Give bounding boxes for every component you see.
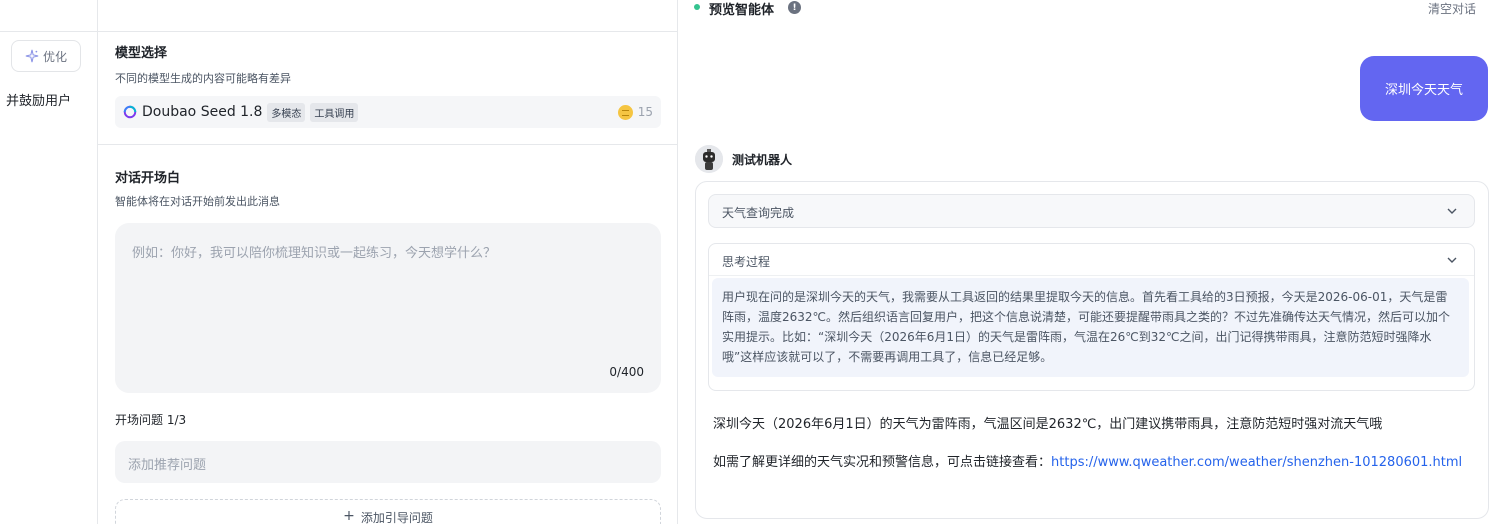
preview-header: 预览智能体 ! 清空对话 <box>678 0 1504 18</box>
answer-link-prefix: 如需了解更详细的天气实况和预警信息，可点击链接查看： <box>713 455 1052 470</box>
thinking-label: 思考过程 <box>722 255 771 269</box>
weather-link[interactable]: https://www.qweather.com/weather/shenzhe… <box>1051 455 1462 470</box>
user-message-text: 深圳今天天气 <box>1384 83 1463 98</box>
thinking-text: 用户现在问的是深圳今天的天气，我需要从工具返回的结果里提取今天的信息。首先看工具… <box>712 278 1469 377</box>
model-name: Doubao Seed 1.8 <box>142 104 263 120</box>
question-placeholder: 添加推荐问题 <box>128 458 207 473</box>
robot-avatar-icon <box>695 145 723 173</box>
user-message-bubble: 深圳今天天气 <box>1360 56 1488 121</box>
prompt-text-fragment[interactable]: 并鼓励用户 <box>6 90 71 109</box>
app-root: 优化 并鼓励用户 模型选择 不同的模型生成的内容可能略有差异 Doubao Se… <box>0 0 1504 524</box>
status-dot <box>694 4 700 10</box>
optimize-label: 优化 <box>42 49 67 64</box>
doubao-logo-icon <box>123 105 137 119</box>
add-guide-question-button[interactable]: + 添加引导问题 <box>115 499 661 524</box>
tool-status-header[interactable]: 天气查询完成 <box>709 195 1474 227</box>
opening-char-counter: 0/400 <box>609 365 644 379</box>
config-panel: 模型选择 不同的模型生成的内容可能略有差异 Doubao Seed 1.8 多模… <box>98 0 678 524</box>
model-tag-tool-call: 工具调用 <box>310 102 359 122</box>
sparkle-icon <box>25 49 39 63</box>
optimize-button[interactable]: 优化 <box>11 40 81 72</box>
model-section-title: 模型选择 <box>115 46 168 61</box>
tool-status-collapse[interactable]: 天气查询完成 <box>708 194 1475 228</box>
tool-status-label: 天气查询完成 <box>722 206 795 220</box>
recommended-question-input[interactable]: 添加推荐问题 <box>115 441 661 483</box>
left-panel: 优化 并鼓励用户 <box>0 0 98 524</box>
opening-message-input[interactable]: 例如：你好，我可以陪你梳理知识或一起练习，今天想学什么？ 0/400 <box>115 223 661 393</box>
section-divider <box>98 144 678 145</box>
plus-icon: + <box>343 508 355 524</box>
bot-avatar <box>695 145 723 173</box>
opening-questions-label: 开场问题 1/3 <box>115 413 187 427</box>
model-tag-multimodal: 多模态 <box>267 102 306 122</box>
thinking-header[interactable]: 思考过程 <box>709 244 1474 276</box>
chevron-down-icon <box>1447 257 1457 263</box>
model-section-desc: 不同的模型生成的内容可能略有差异 <box>115 72 291 85</box>
thinking-collapse[interactable]: 思考过程 用户现在问的是深圳今天的天气，我需要从工具返回的结果里提取今天的信息。… <box>708 243 1475 391</box>
opening-placeholder: 例如：你好，我可以陪你梳理知识或一起练习，今天想学什么？ <box>132 246 497 261</box>
answer-paragraph-2: 如需了解更详细的天气实况和预警信息，可点击链接查看：https://www.qw… <box>713 452 1473 474</box>
bot-name: 测试机器人 <box>732 153 793 167</box>
model-cost-value: 15 <box>637 105 653 119</box>
model-cost: 15 <box>617 104 653 120</box>
add-guide-label: 添加引导问题 <box>360 511 433 524</box>
model-selector[interactable]: Doubao Seed 1.8 多模态 工具调用 15 <box>115 96 661 128</box>
opening-section-title: 对话开场白 <box>115 171 181 186</box>
opening-section-desc: 智能体将在对话开始前发出此消息 <box>115 195 280 208</box>
info-icon[interactable]: ! <box>788 1 801 14</box>
preview-title: 预览智能体 <box>709 3 775 18</box>
clear-chat-button[interactable]: 清空对话 <box>1428 0 1476 17</box>
coin-icon <box>617 104 633 120</box>
preview-panel: 预览智能体 ! 清空对话 深圳今天天气 测试机器人 天气查询完成 思考过程 用户… <box>678 0 1504 524</box>
config-topbar <box>98 0 678 32</box>
chevron-down-icon <box>1447 208 1457 214</box>
left-topbar <box>0 0 98 32</box>
bot-response-card: 天气查询完成 思考过程 用户现在问的是深圳今天的天气，我需要从工具返回的结果里提… <box>695 181 1489 519</box>
answer-paragraph-1: 深圳今天（2026年6月1日）的天气为雷阵雨，气温区间是2632℃，出门建议携带… <box>713 417 1383 432</box>
